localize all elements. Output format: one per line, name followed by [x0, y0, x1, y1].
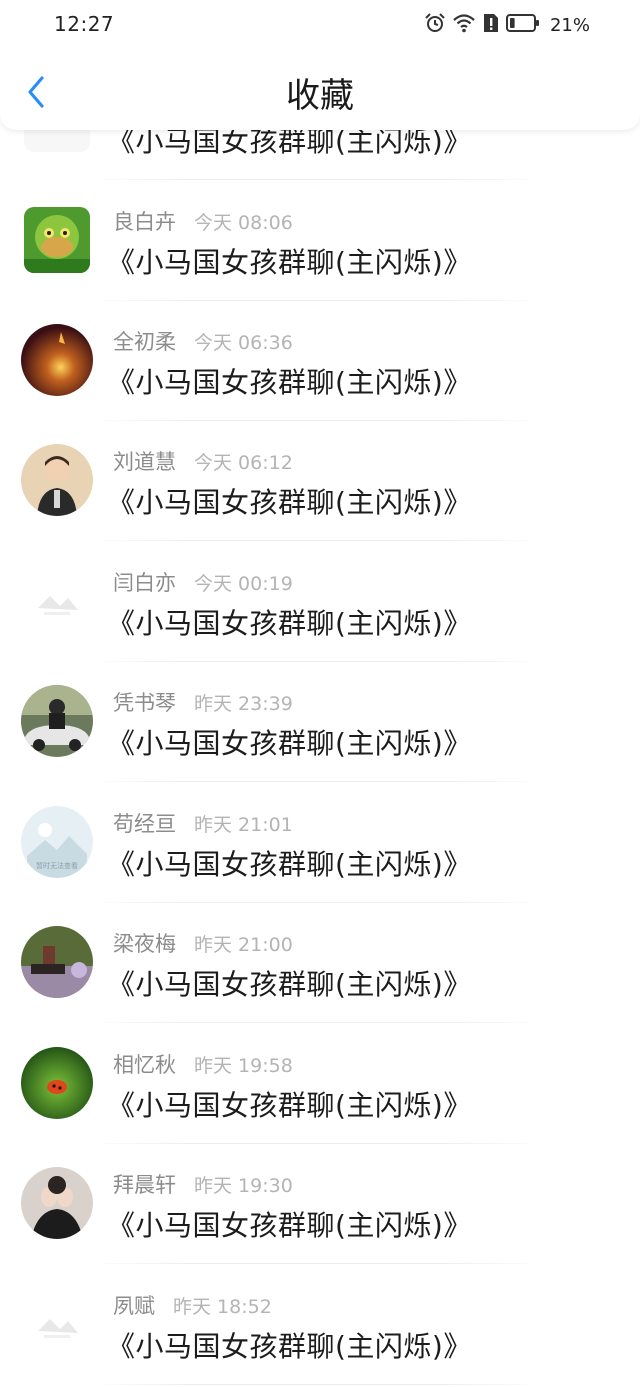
list-item[interactable]: 拜晨轩 昨天 19:30 《小马国女孩群聊(主闪烁)》 [0, 1144, 640, 1264]
item-author: 凭书琴 [113, 691, 176, 715]
hands-avatar [21, 1167, 93, 1239]
item-meta: 凭书琴 昨天 23:39 [113, 687, 293, 717]
item-time: 昨天 18:52 [173, 1296, 272, 1318]
divider [105, 540, 530, 541]
item-title: 《小马国女孩群聊(主闪烁)》 [107, 727, 472, 760]
item-title: 《小马国女孩群聊(主闪烁)》 [107, 1209, 472, 1242]
item-time: 昨天 21:01 [194, 814, 293, 836]
status-icons: 21% [424, 12, 590, 38]
list-item[interactable]: 暂时无法查看 苟经亘 昨天 21:01 《小马国女孩群聊(主闪烁)》 [0, 783, 640, 903]
item-meta: 拜晨轩 昨天 19:30 [113, 1169, 293, 1199]
item-title: 《小马国女孩群聊(主闪烁)》 [107, 848, 472, 881]
list-item[interactable]: 良白卉 今天 08:06 《小马国女孩群聊(主闪烁)》 [0, 181, 640, 301]
nav-bar: 收藏 [0, 60, 640, 130]
item-title: 《小马国女孩群聊(主闪烁)》 [107, 246, 472, 279]
item-title: 《小马国女孩群聊(主闪烁)》 [107, 1089, 472, 1122]
item-meta: 夙赋 昨天 18:52 [113, 1290, 272, 1320]
status-time: 12:27 [54, 12, 115, 36]
item-meta: 刘道慧 今天 06:12 [113, 446, 293, 476]
item-meta: 全初柔 今天 06:36 [113, 326, 293, 356]
page-title: 收藏 [286, 76, 354, 116]
ladybug-avatar [21, 1047, 93, 1119]
placeholder-avatar-icon [24, 568, 90, 634]
avatar-unavailable-text: 暂时无法查看 [36, 861, 78, 870]
item-time: 今天 06:12 [194, 452, 293, 474]
item-time: 今天 08:06 [194, 212, 293, 234]
still-life-avatar [21, 926, 93, 998]
item-author: 相忆秋 [113, 1053, 176, 1077]
divider [105, 781, 530, 782]
item-title: 《小马国女孩群聊(主闪烁)》 [107, 486, 472, 519]
item-meta: 相忆秋 昨天 19:58 [113, 1049, 293, 1079]
glow-avatar [21, 324, 93, 396]
item-time: 昨天 19:30 [194, 1175, 293, 1197]
item-meta: 良白卉 今天 08:06 [113, 206, 293, 236]
placeholder-avatar-icon [24, 1291, 90, 1357]
item-time: 今天 06:36 [194, 332, 293, 354]
list-item[interactable]: 凭书琴 昨天 23:39 《小马国女孩群聊(主闪烁)》 [0, 662, 640, 782]
divider [105, 1263, 530, 1264]
list-item[interactable]: 夙赋 昨天 18:52 《小马国女孩群聊(主闪烁)》 [0, 1265, 640, 1385]
sim-alert-icon [482, 12, 500, 38]
divider [105, 1022, 530, 1023]
wifi-icon [452, 12, 476, 38]
frog-avatar [24, 207, 90, 273]
item-author: 良白卉 [113, 210, 176, 234]
battery-icon [505, 13, 540, 37]
list-item[interactable]: 闫白亦 今天 00:19 《小马国女孩群聊(主闪烁)》 [0, 542, 640, 662]
status-bar: 12:27 21% [0, 0, 640, 50]
item-author: 梁夜梅 [113, 932, 176, 956]
item-author: 全初柔 [113, 330, 176, 354]
person-avatar [21, 444, 93, 516]
item-title: 《小马国女孩群聊(主闪烁)》 [107, 607, 472, 640]
item-title: 《小马国女孩群聊(主闪烁)》 [107, 968, 472, 1001]
item-time: 昨天 23:39 [194, 693, 293, 715]
list-item[interactable]: 刘道慧 今天 06:12 《小马国女孩群聊(主闪烁)》 [0, 421, 640, 541]
item-meta: 苟经亘 昨天 21:01 [113, 808, 293, 838]
item-time: 今天 00:19 [194, 573, 293, 595]
item-meta: 梁夜梅 昨天 21:00 [113, 928, 293, 958]
item-author: 刘道慧 [113, 450, 176, 474]
item-author: 闫白亦 [113, 571, 176, 595]
list-item[interactable]: 相忆秋 昨天 19:58 《小马国女孩群聊(主闪烁)》 [0, 1024, 640, 1144]
item-title: 《小马国女孩群聊(主闪烁)》 [107, 366, 472, 399]
divider [105, 179, 530, 180]
item-time: 昨天 19:58 [194, 1055, 293, 1077]
item-title: 《小马国女孩群聊(主闪烁)》 [107, 1330, 472, 1363]
favorites-page: 《小马国女孩群聊(主闪烁)》 良白卉 今天 08:06 《小马国女孩群聊(主闪烁… [0, 0, 640, 1387]
image-unavailable-avatar: 暂时无法查看 [21, 806, 93, 878]
app-header: 12:27 21% 收藏 [0, 0, 640, 130]
alarm-icon [424, 12, 446, 38]
item-author: 夙赋 [113, 1294, 155, 1318]
list-item[interactable]: 梁夜梅 昨天 21:00 《小马国女孩群聊(主闪烁)》 [0, 903, 640, 1023]
item-time: 昨天 21:00 [194, 934, 293, 956]
car-avatar [21, 685, 93, 757]
item-author: 拜晨轩 [113, 1173, 176, 1197]
list-item[interactable]: 全初柔 今天 06:36 《小马国女孩群聊(主闪烁)》 [0, 301, 640, 421]
divider [105, 1384, 530, 1385]
battery-percent: 21% [549, 14, 590, 36]
item-author: 苟经亘 [113, 812, 176, 836]
item-meta: 闫白亦 今天 00:19 [113, 567, 293, 597]
